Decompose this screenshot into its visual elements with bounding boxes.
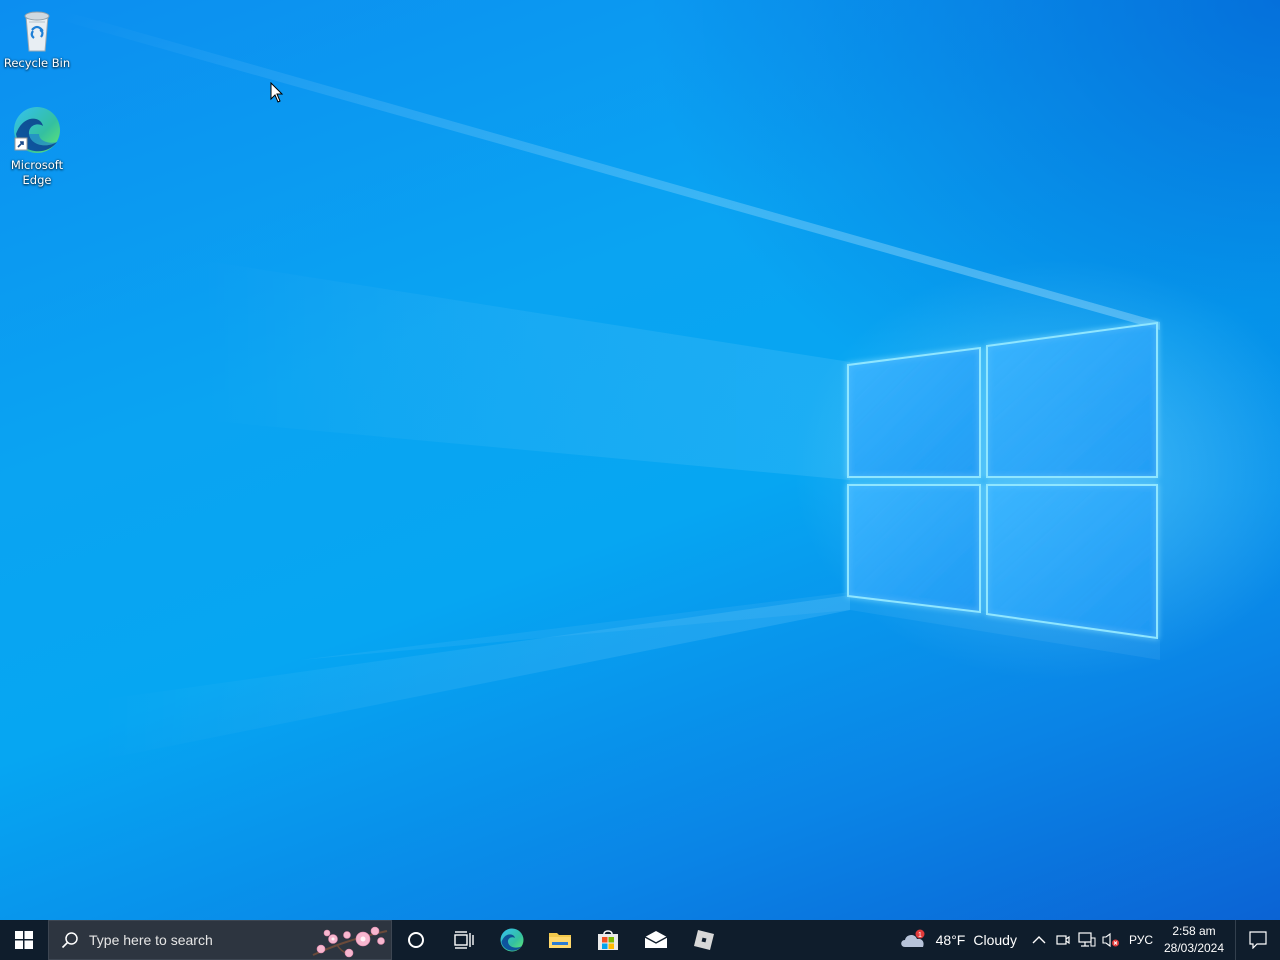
store-icon [598, 930, 618, 950]
cortana-circle-icon [408, 932, 424, 948]
mail-button[interactable] [632, 920, 680, 960]
folder-icon [549, 933, 571, 948]
file-explorer-button[interactable] [536, 920, 584, 960]
start-button[interactable] [0, 920, 48, 960]
task-view-button[interactable] [440, 920, 488, 960]
weather-badge: 1 [918, 932, 922, 939]
windows-logo-wallpaper [847, 321, 1158, 640]
search-icon [61, 932, 78, 949]
search-placeholder: Type here to search [89, 932, 213, 948]
mail-icon [644, 931, 668, 948]
meet-now-button[interactable] [1051, 920, 1075, 960]
task-view-icon [454, 931, 474, 949]
taskbar: Type here to search 1 48°F Cloudy РУС 2:… [0, 920, 1280, 960]
desktop-icon-microsoft-edge[interactable]: Microsoft Edge [0, 104, 74, 188]
show-hidden-icons-button[interactable] [1027, 920, 1051, 960]
cloudy-weather-icon: 1 [900, 929, 925, 947]
roblox-button[interactable] [680, 920, 728, 960]
clock-date: 28/03/2024 [1163, 941, 1225, 955]
clock[interactable]: 2:58 am 28/03/2024 [1163, 923, 1225, 957]
notification-icon [1249, 931, 1267, 949]
mouse-pointer-icon [270, 82, 284, 103]
network-button[interactable] [1075, 920, 1099, 960]
windows-start-icon [15, 931, 33, 949]
camera-icon [1056, 935, 1070, 945]
volume-button[interactable] [1099, 920, 1123, 960]
weather-temperature: 48°F [935, 932, 966, 948]
microsoft-store-button[interactable] [584, 920, 632, 960]
input-language-indicator[interactable]: РУС [1129, 933, 1153, 947]
chevron-up-icon [1032, 936, 1046, 944]
taskbar-pinned-apps [392, 920, 728, 960]
weather-widget[interactable]: 1 48°F Cloudy [900, 929, 1017, 951]
action-center-button[interactable] [1235, 920, 1280, 960]
desktop[interactable]: Recycle Bin Microsoft Edge [0, 0, 1280, 920]
recycle-bin-icon [24, 11, 50, 52]
system-tray: 1 48°F Cloudy РУС 2:58 am 28/03/2024 [900, 920, 1280, 960]
cherry-blossom-icon [312, 926, 388, 958]
clock-time: 2:58 am [1172, 924, 1216, 938]
taskbar-edge-button[interactable] [488, 920, 536, 960]
roblox-icon [694, 930, 714, 950]
taskbar-search-box[interactable]: Type here to search [48, 920, 392, 960]
edge-label: Microsoft Edge [10, 158, 64, 187]
edge-icon [500, 928, 524, 952]
weather-condition: Cloudy [973, 932, 1017, 948]
edge-icon [14, 107, 60, 153]
recycle-bin-label: Recycle Bin [3, 56, 71, 70]
volume-muted-icon [1102, 932, 1119, 948]
cortana-button[interactable] [392, 920, 440, 960]
network-icon [1078, 932, 1096, 947]
desktop-icon-recycle-bin[interactable]: Recycle Bin [0, 8, 74, 71]
